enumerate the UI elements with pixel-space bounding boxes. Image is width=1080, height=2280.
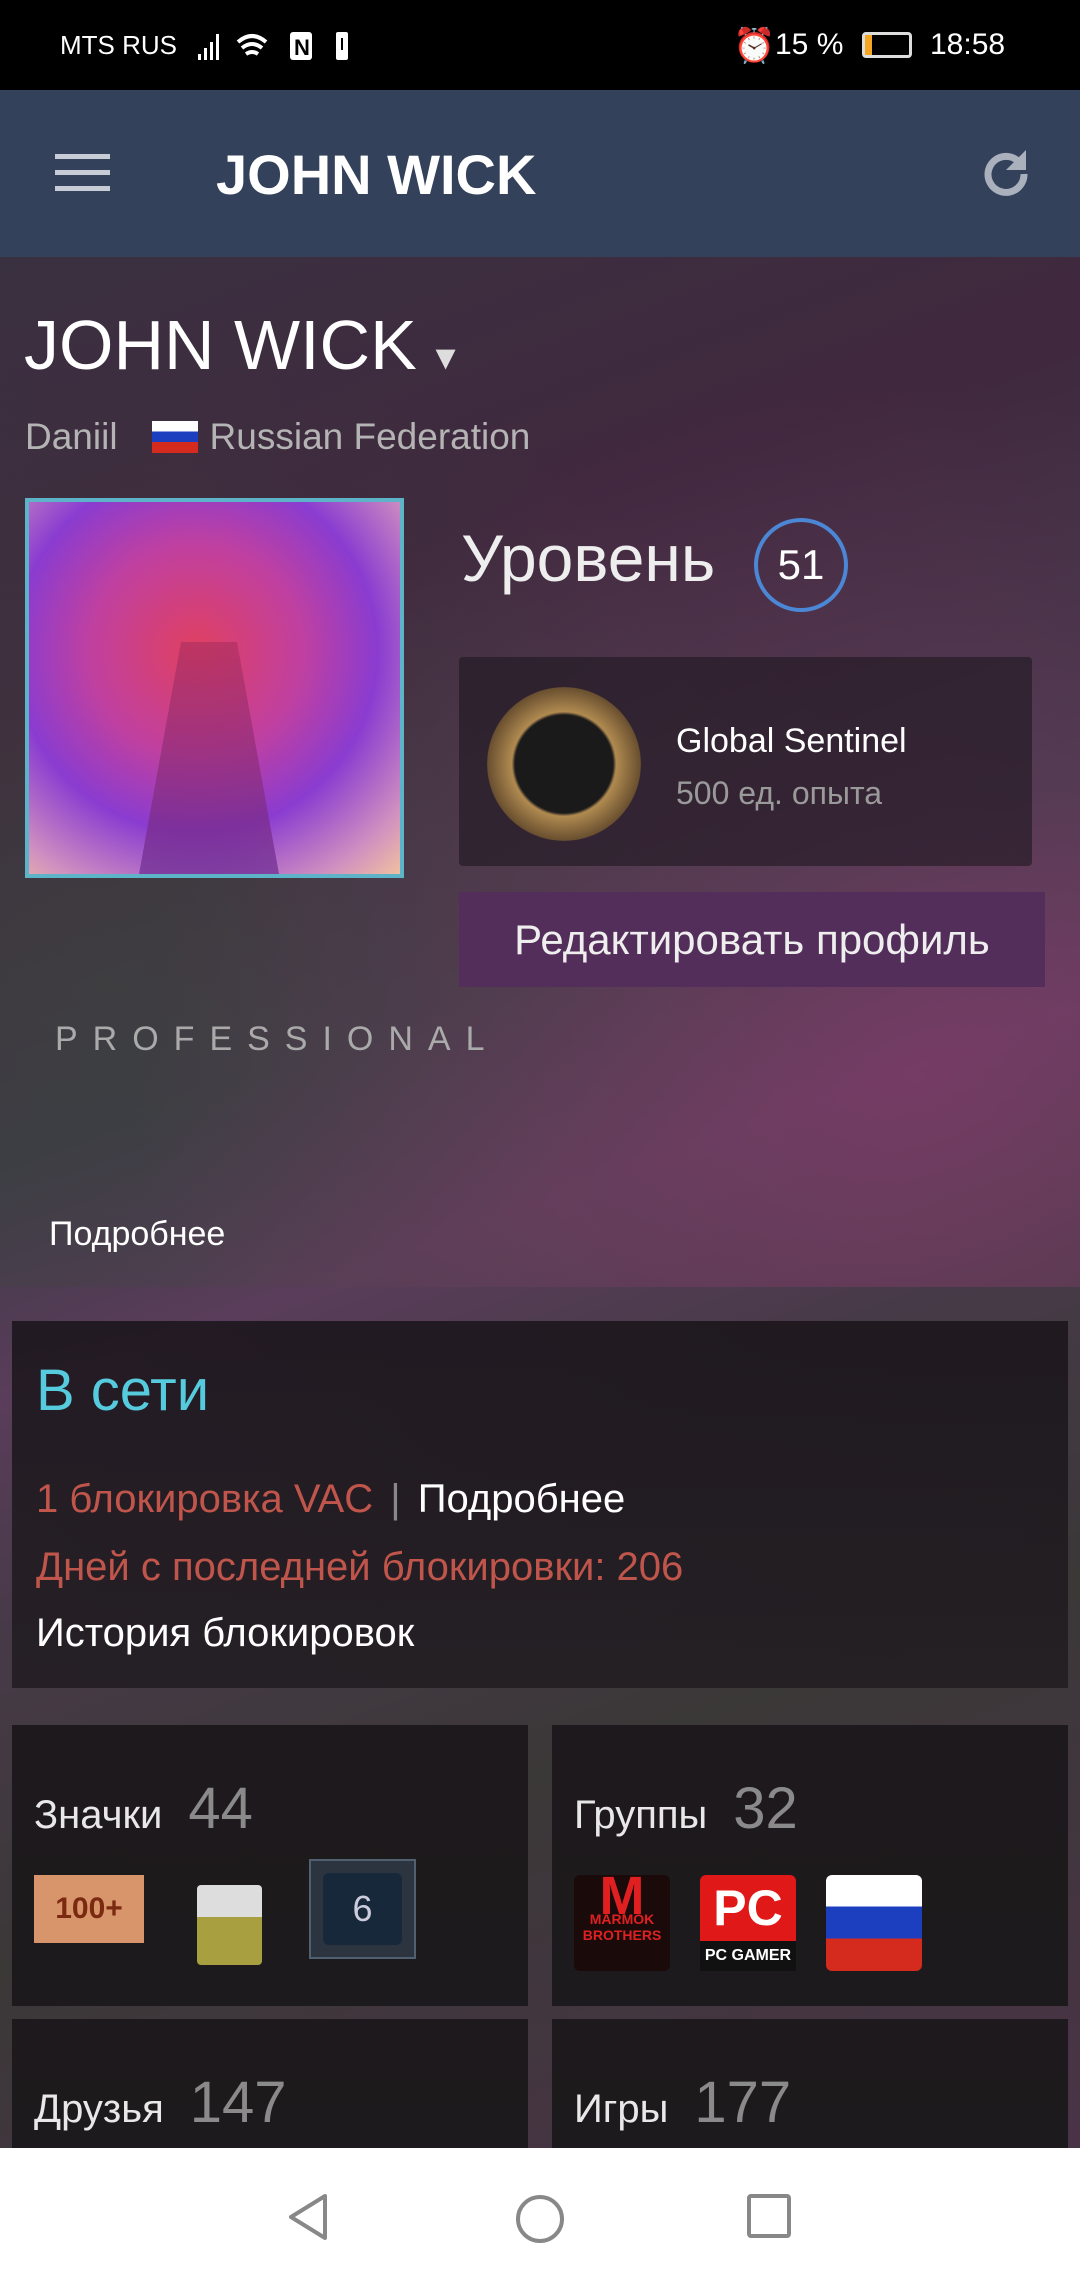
profile-summary: PROFESSIONAL <box>55 1020 500 1058</box>
badge-card[interactable]: Global Sentinel 500 ед. опыта <box>459 657 1032 866</box>
card-title: Значки <box>34 1793 163 1837</box>
card-count: 32 <box>733 1776 798 1841</box>
country: Russian Federation <box>209 416 531 457</box>
mail-badge-icon[interactable] <box>197 1885 262 1965</box>
card-count: 177 <box>694 2070 792 2135</box>
home-icon[interactable] <box>513 2192 567 2246</box>
pc-gamer-group-icon[interactable]: PC PC GAMER <box>700 1875 796 1971</box>
level-badge: 51 <box>754 518 848 612</box>
status-bar: MTS RUS N ⏰ 15 % 18:58 <box>0 0 1080 90</box>
games-card[interactable]: Игры 177 <box>552 2019 1068 2148</box>
ban-history-link[interactable]: История блокировок <box>36 1611 414 1656</box>
badges-card[interactable]: Значки 44 100+ 6 <box>12 1725 528 2006</box>
badge-6-icon[interactable]: 6 <box>323 1873 402 1945</box>
groups-card[interactable]: Группы 32 M MARMOK BROTHERS PC PC GAMER <box>552 1725 1068 2006</box>
svg-text:N: N <box>294 35 310 60</box>
online-status: В сети <box>36 1358 210 1423</box>
edit-profile-button[interactable]: Редактировать профиль <box>459 892 1045 987</box>
marmok-group-icon[interactable]: M MARMOK BROTHERS <box>574 1869 670 1971</box>
russia-flag-icon <box>151 421 198 453</box>
more-link[interactable]: Подробнее <box>49 1215 225 1254</box>
card-title: Группы <box>574 1793 708 1837</box>
profile-location: Daniil Russian Federation <box>25 416 530 458</box>
avatar[interactable] <box>25 498 404 878</box>
card-title: Игры <box>574 2087 669 2131</box>
card-count: 44 <box>188 1776 253 1841</box>
recents-icon[interactable] <box>745 2192 795 2242</box>
badge-xp: 500 ед. опыта <box>676 775 883 811</box>
back-icon[interactable] <box>285 2192 335 2242</box>
hamburger-icon[interactable] <box>55 154 110 194</box>
card-count: 147 <box>189 2070 287 2135</box>
profile-name-dropdown[interactable]: JOHN WICK ▼ <box>24 305 462 385</box>
badge-title: Global Sentinel <box>676 722 907 760</box>
carrier: MTS RUS <box>60 30 177 60</box>
clock: 18:58 <box>930 28 1006 61</box>
app-bar: JOHN WICK <box>0 90 1080 257</box>
status-panel: В сети 1 блокировка VAC | Подробнее Дней… <box>12 1321 1068 1688</box>
friends-card[interactable]: Друзья 147 <box>12 2019 528 2148</box>
global-sentinel-medal-icon <box>487 687 641 841</box>
status-icons: N <box>198 32 348 60</box>
days-since-ban: Дней с последней блокировки: 206 <box>36 1545 684 1589</box>
card-title: Друзья <box>34 2087 164 2131</box>
navigation-bar <box>0 2148 1080 2280</box>
battery-icon <box>862 32 912 58</box>
battery-percent: 15 % <box>775 28 844 61</box>
level-label: Уровень <box>461 521 716 595</box>
alarm-icon: ⏰ <box>733 27 776 65</box>
vac-ban-count: 1 блокировка VAC <box>36 1477 374 1521</box>
app-title: JOHN WICK <box>216 143 537 206</box>
vac-more-link[interactable]: Подробнее <box>418 1477 625 1521</box>
separator: | <box>390 1477 401 1521</box>
badge-100-plus-icon[interactable]: 100+ <box>34 1875 144 1943</box>
refresh-icon[interactable] <box>978 146 1034 202</box>
steam-russia-group-icon[interactable] <box>826 1875 922 1971</box>
real-name: Daniil <box>25 416 118 457</box>
profile-name: JOHN WICK <box>24 306 417 384</box>
caret-down-icon: ▼ <box>428 339 463 377</box>
